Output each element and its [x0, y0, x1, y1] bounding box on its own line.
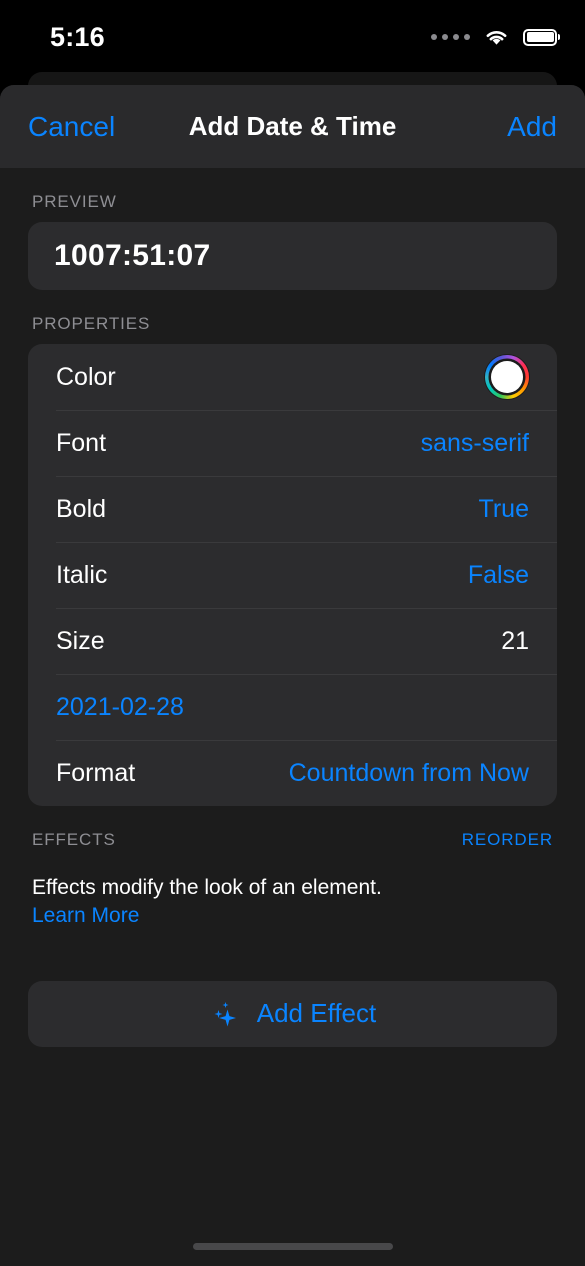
property-value-bold: True [478, 494, 529, 523]
effects-section-header: EFFECTS REORDER [28, 806, 557, 860]
property-value-format: Countdown from Now [288, 758, 529, 787]
property-row-size[interactable]: Size 21 [28, 608, 557, 674]
add-effect-button[interactable]: Add Effect [28, 980, 557, 1047]
property-row-font[interactable]: Font sans-serif [28, 410, 557, 476]
sheet-content: PREVIEW 1007:51:07 PROPERTIES Color Font… [0, 168, 585, 1047]
property-row-date[interactable]: 2021-02-28 [28, 674, 557, 740]
property-label-size: Size [56, 626, 105, 655]
battery-full-icon [523, 28, 557, 46]
phone-screen: 5:16 Cancel Add Date & Time Add PREVIEW [0, 0, 585, 1266]
effects-description-text: Effects modify the look of an element. [32, 876, 382, 899]
preview-card[interactable]: 1007:51:07 [28, 222, 557, 290]
home-indicator[interactable] [192, 1243, 393, 1250]
property-label-color: Color [56, 362, 116, 391]
property-row-color[interactable]: Color [28, 344, 557, 410]
wifi-icon [483, 27, 510, 47]
sparkles-icon [209, 998, 241, 1030]
property-label-font: Font [56, 428, 107, 457]
status-bar: 5:16 [0, 0, 585, 72]
property-row-italic[interactable]: Italic False [28, 542, 557, 608]
property-row-format[interactable]: Format Countdown from Now [28, 740, 557, 806]
effects-section-label: EFFECTS [32, 830, 116, 849]
status-bar-time: 5:16 [50, 22, 105, 52]
property-value-italic: False [467, 560, 529, 589]
add-effect-label: Add Effect [256, 998, 377, 1029]
properties-section-label: PROPERTIES [32, 314, 151, 333]
property-label-format: Format [56, 758, 136, 787]
property-value-font: sans-serif [420, 428, 529, 457]
signal-dots-icon [431, 34, 470, 40]
effects-description: Effects modify the look of an element. L… [28, 860, 557, 931]
reorder-button[interactable]: REORDER [462, 830, 553, 850]
property-label-bold: Bold [56, 494, 107, 523]
status-bar-indicators [431, 25, 557, 49]
sheet-navbar: Cancel Add Date & Time Add [0, 85, 585, 168]
properties-card: Color Font sans-serif Bold True Italic F… [28, 344, 557, 806]
cancel-button[interactable]: Cancel [28, 112, 115, 141]
property-value-size: 21 [501, 626, 529, 655]
property-label-italic: Italic [56, 560, 108, 589]
learn-more-link[interactable]: Learn More [32, 902, 553, 930]
color-wheel-icon[interactable] [485, 355, 529, 399]
property-value-date: 2021-02-28 [56, 692, 184, 721]
preview-section-label: PREVIEW [32, 192, 117, 211]
property-row-bold[interactable]: Bold True [28, 476, 557, 542]
add-button[interactable]: Add [507, 112, 557, 141]
preview-value: 1007:51:07 [54, 239, 211, 272]
add-date-time-sheet: Cancel Add Date & Time Add PREVIEW 1007:… [0, 85, 585, 1266]
